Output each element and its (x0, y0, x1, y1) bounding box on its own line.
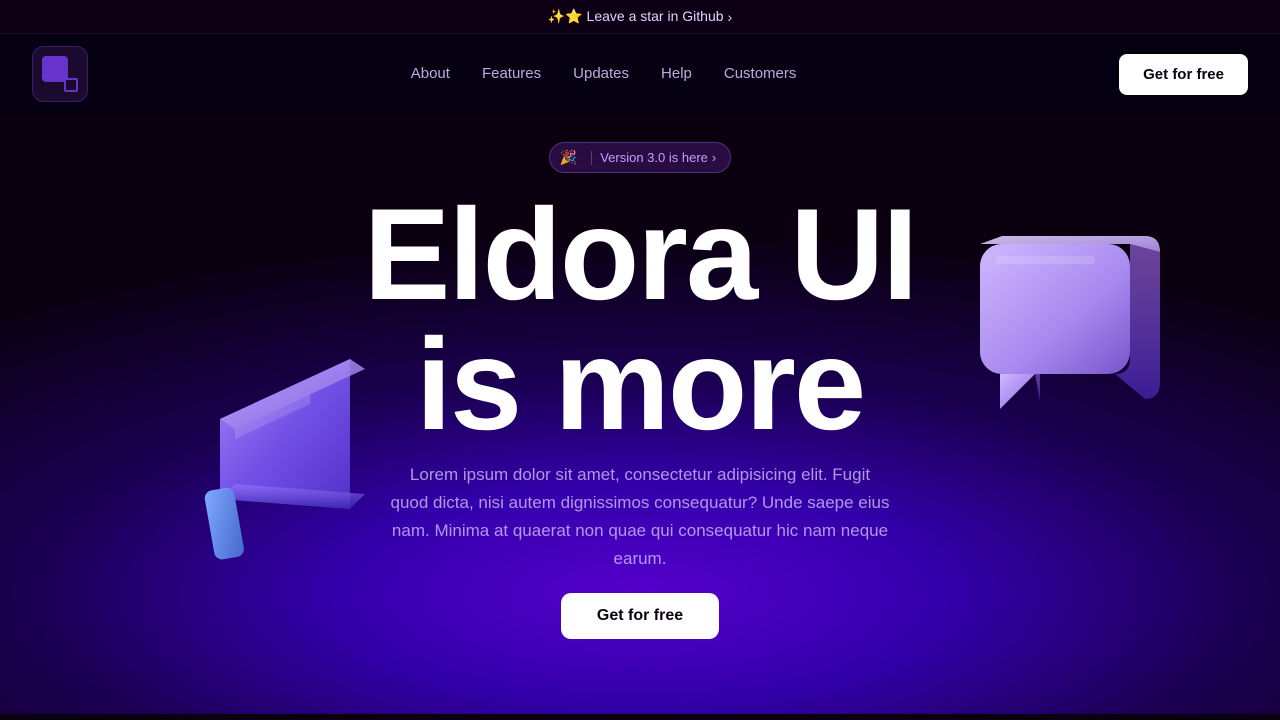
announcement-text: ✨⭐ Leave a star in Github (548, 8, 724, 25)
announcement-chevron: › (728, 9, 733, 25)
hero-title-line1: Eldora UI (364, 189, 917, 319)
nav-item-updates: Updates (573, 65, 629, 83)
hero-description: Lorem ipsum dolor sit amet, consectetur … (390, 461, 890, 573)
nav-link-about[interactable]: About (411, 65, 450, 82)
nav-item-help: Help (661, 65, 692, 83)
version-link[interactable]: Version 3.0 is here › (600, 150, 716, 165)
version-text: Version 3.0 is here (600, 150, 708, 165)
nav-link-updates[interactable]: Updates (573, 65, 629, 82)
nav-links: About Features Updates Help Customers (411, 65, 797, 83)
nav-link-customers[interactable]: Customers (724, 65, 797, 82)
deco-chat-bubble (960, 234, 1160, 434)
logo-square-2 (64, 78, 78, 92)
hero-section: 🎉 Version 3.0 is here › (0, 114, 1280, 714)
hero-title: Eldora UI is more (364, 189, 917, 449)
badge-divider (591, 151, 592, 165)
navbar: About Features Updates Help Customers Ge… (0, 34, 1280, 114)
deco-megaphone (180, 334, 380, 574)
nav-link-features[interactable]: Features (482, 65, 541, 82)
version-chevron: › (712, 150, 716, 165)
nav-item-customers: Customers (724, 65, 797, 83)
megaphone-svg (180, 334, 380, 574)
announcement-bar: ✨⭐ Leave a star in Github › (0, 0, 1280, 34)
nav-item-features: Features (482, 65, 541, 83)
logo-inner (42, 56, 78, 92)
chat-bubble-svg (960, 234, 1160, 434)
party-icon: 🎉 (560, 149, 577, 166)
nav-link-help[interactable]: Help (661, 65, 692, 82)
nav-item-about: About (411, 65, 450, 83)
navbar-cta-button[interactable]: Get for free (1119, 54, 1248, 95)
hero-title-line2: is more (364, 319, 917, 449)
announcement-link[interactable]: ✨⭐ Leave a star in Github › (548, 8, 732, 25)
hero-cta-button[interactable]: Get for free (561, 593, 719, 639)
version-badge: 🎉 Version 3.0 is here › (549, 142, 731, 173)
logo[interactable] (32, 46, 88, 102)
